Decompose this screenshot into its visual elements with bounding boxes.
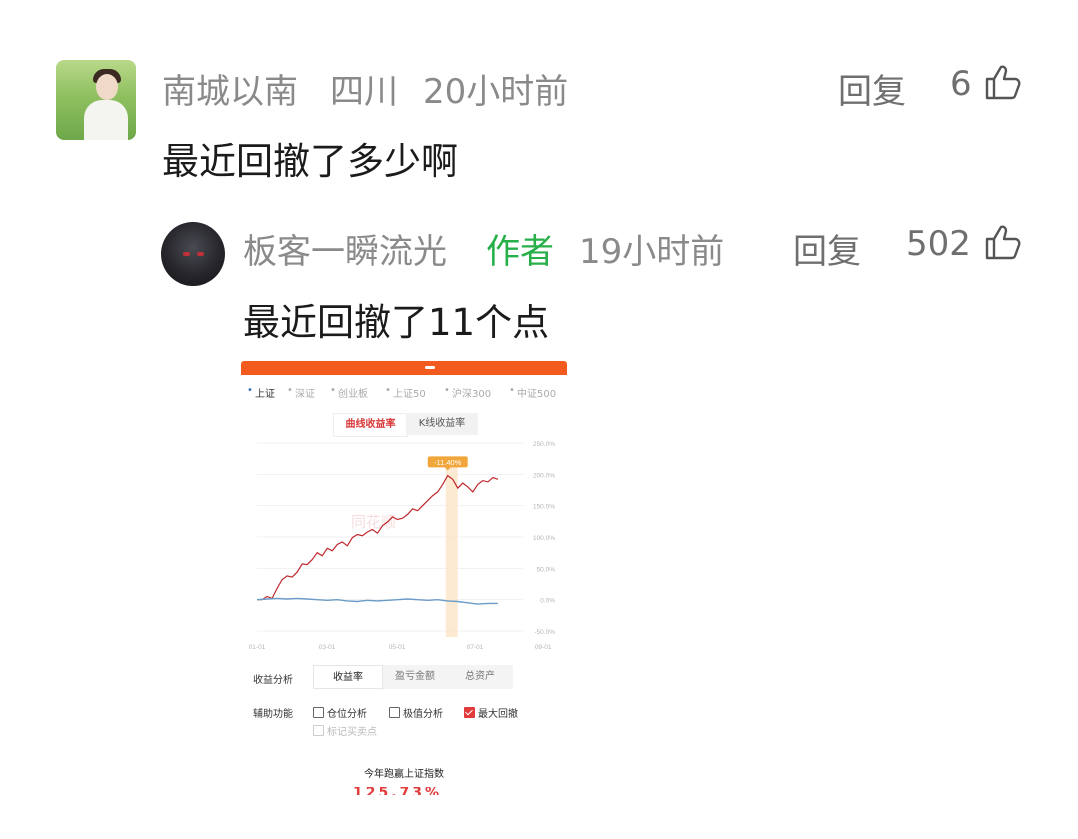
index-selector: • 上证 • 深证 • 创业板 • 上证50 • 沪深300 • 中证500 xyxy=(241,385,567,401)
position-analysis-label: 仓位分析 xyxy=(327,709,367,720)
reply-like-count: 502 xyxy=(906,224,971,264)
max-drawdown-checkbox[interactable] xyxy=(464,707,475,718)
reply-reply-button[interactable]: 回复 xyxy=(793,224,861,273)
comment-like-count: 6 xyxy=(950,64,972,104)
x-tick-label: 05-01 xyxy=(389,644,406,651)
commenter-avatar[interactable] xyxy=(56,60,136,140)
return-chart: 同花顺 250.0% 200.0% 150.0% 100.0% 50.0% 0.0% -50… xyxy=(249,441,556,651)
commenter-location: 四川 xyxy=(330,72,398,112)
comment-reply-button[interactable]: 回复 xyxy=(838,64,906,113)
watermark: 同花顺 xyxy=(351,514,396,531)
index-dot-icon: • xyxy=(247,385,253,396)
y-tick-label: 150.0% xyxy=(533,504,555,511)
index-option[interactable]: 上证50 xyxy=(393,385,426,400)
x-tick-label: 07-01 xyxy=(467,644,484,651)
replier-avatar[interactable] xyxy=(161,222,225,286)
app-header-bar xyxy=(241,361,567,375)
income-analysis-label: 收益分析 xyxy=(253,675,293,686)
thumbs-up-icon[interactable] xyxy=(982,222,1022,262)
drawdown-band xyxy=(445,461,458,637)
portfolio-return-line xyxy=(257,474,499,601)
dot-icon: • xyxy=(330,385,336,396)
reply-text: 最近回撤了11个点 xyxy=(243,301,550,344)
author-badge: 作者 xyxy=(486,232,554,272)
index-option[interactable]: 创业板 xyxy=(338,385,368,400)
dot-icon: • xyxy=(444,385,450,396)
x-tick-label: 01-01 xyxy=(249,644,266,651)
replier-name[interactable]: 板客一瞬流光 xyxy=(243,224,447,273)
embedded-screenshot[interactable]: • 上证 • 深证 • 创业板 • 上证50 • 沪深300 • 中证500 曲… xyxy=(241,361,567,795)
tab-return-rate[interactable]: 收益率 xyxy=(313,665,383,689)
beat-index-value: 125.73% xyxy=(353,787,443,795)
index-option[interactable]: 深证 xyxy=(295,385,315,400)
dot-icon: • xyxy=(385,385,391,396)
thumbs-up-icon[interactable] xyxy=(982,62,1022,102)
y-tick-label: -50.0% xyxy=(534,629,555,636)
x-tick-label: 03-01 xyxy=(319,644,336,651)
mark-trades-checkbox[interactable] xyxy=(313,725,324,736)
y-tick-label: 250.0% xyxy=(533,441,555,448)
position-analysis-checkbox[interactable] xyxy=(313,707,324,718)
y-tick-label: 200.0% xyxy=(533,472,555,479)
y-tick-label: 100.0% xyxy=(533,535,555,542)
beat-index-title: 今年跑赢上证指数 xyxy=(364,769,444,780)
tab-profit-amount[interactable]: 盈亏金额 xyxy=(383,665,447,689)
reply-time: 19小时前 xyxy=(579,232,725,272)
tab-total-assets[interactable]: 总资产 xyxy=(447,665,513,689)
dot-icon: • xyxy=(509,385,515,396)
tab-curve-return[interactable]: 曲线收益率 xyxy=(333,413,408,437)
comment-text: 最近回撤了多少啊 xyxy=(162,140,458,183)
index-option[interactable]: 中证500 xyxy=(517,385,556,400)
extreme-analysis-checkbox[interactable] xyxy=(389,707,400,718)
commenter-name[interactable]: 南城以南 xyxy=(162,64,298,113)
mark-trades-label: 标记买卖点 xyxy=(327,727,377,738)
comment-time: 20小时前 xyxy=(423,72,569,112)
y-tick-label: 0.0% xyxy=(540,598,555,605)
index-option[interactable]: 沪深300 xyxy=(452,385,491,400)
drawdown-annotation: -11.40% xyxy=(434,458,462,467)
max-drawdown-label: 最大回撤 xyxy=(478,709,518,720)
aux-label: 辅助功能 xyxy=(253,709,293,720)
dot-icon: • xyxy=(287,385,293,396)
tab-kline-return[interactable]: K线收益率 xyxy=(406,413,478,435)
index-option[interactable]: 上证 xyxy=(255,385,275,400)
y-tick-label: 50.0% xyxy=(537,566,556,573)
extreme-analysis-label: 极值分析 xyxy=(403,709,443,720)
x-tick-label: 09-01 xyxy=(535,644,552,651)
